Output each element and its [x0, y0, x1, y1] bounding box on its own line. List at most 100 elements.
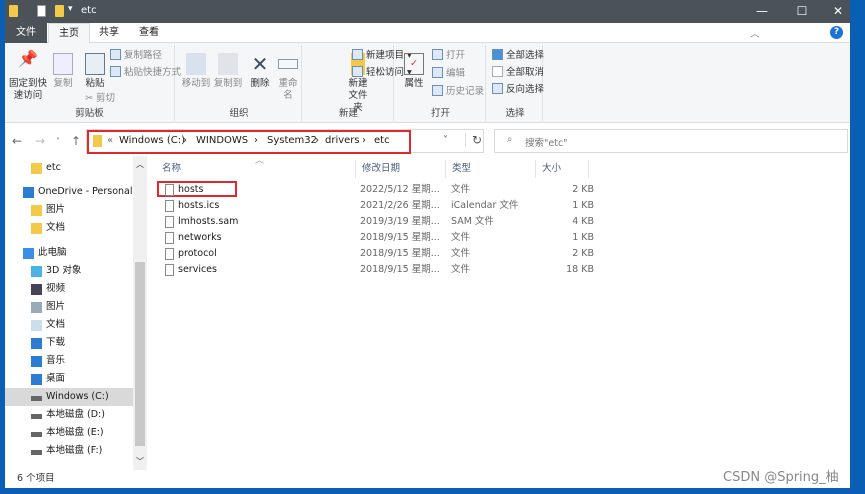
- file-row[interactable]: hosts.ics 2021/2/26 星期... iCalendar 文件 1…: [152, 198, 602, 214]
- window-title: etc: [81, 5, 97, 16]
- tab-share[interactable]: 共享: [89, 23, 129, 43]
- copy-path-button[interactable]: 复制路径: [110, 49, 162, 63]
- customize-toolbar-icon[interactable]: ▾: [68, 4, 73, 14]
- breadcrumb-separator[interactable]: ›: [183, 135, 187, 146]
- history-button[interactable]: 历史记录: [432, 85, 484, 99]
- file-size: 18 KB: [566, 264, 594, 275]
- address-bar[interactable]: « Windows (C:) › WINDOWS › System32 › dr…: [86, 129, 484, 154]
- breadcrumb-system32[interactable]: System32: [267, 135, 317, 146]
- breadcrumb-separator[interactable]: ›: [362, 135, 366, 146]
- overflow-chevron[interactable]: «: [107, 135, 113, 146]
- folder-icon: [31, 223, 42, 234]
- copy-button[interactable]: 复制: [51, 53, 75, 90]
- column-header-type[interactable]: 类型: [446, 160, 536, 178]
- column-header-size[interactable]: 大小: [536, 160, 589, 178]
- nav-item[interactable]: 视频: [5, 280, 133, 298]
- tab-file[interactable]: 文件: [5, 23, 47, 43]
- nav-item[interactable]: 下载: [5, 334, 133, 352]
- breadcrumb-drivers[interactable]: drivers: [325, 135, 360, 146]
- nav-item-label: 下载: [46, 337, 66, 348]
- address-dropdown-icon[interactable]: ˅: [443, 135, 448, 146]
- recent-locations-button[interactable]: ˅: [56, 137, 60, 146]
- scrollbar-thumb[interactable]: [135, 262, 145, 446]
- paste-shortcut-button[interactable]: 粘贴快捷方式: [110, 66, 181, 80]
- nav-item[interactable]: 本地磁盘 (D:): [5, 406, 133, 424]
- paste-button[interactable]: 粘贴: [83, 53, 107, 90]
- breadcrumb-etc[interactable]: etc: [374, 135, 390, 146]
- calendar-file-icon: [165, 200, 174, 212]
- minimize-button[interactable]: —: [742, 0, 782, 23]
- nav-item[interactable]: 本地磁盘 (F:): [5, 442, 133, 460]
- close-button[interactable]: ✕: [818, 0, 850, 23]
- file-size: 2 KB: [572, 184, 594, 195]
- nav-item[interactable]: 图片: [5, 201, 133, 219]
- maximize-button[interactable]: ☐: [782, 0, 822, 23]
- collapse-ribbon-icon[interactable]: ︿: [750, 26, 760, 40]
- rename-icon: [278, 59, 298, 69]
- edit-button[interactable]: 编辑: [432, 67, 465, 81]
- nav-scrollbar[interactable]: ︿ ﹀: [133, 156, 147, 470]
- help-icon[interactable]: ?: [830, 26, 843, 39]
- delete-button[interactable]: ✕ 删除: [248, 53, 272, 90]
- nav-item[interactable]: 图片: [5, 298, 133, 316]
- file-row[interactable]: networks 2018/9/15 星期... 文件 1 KB: [152, 230, 602, 246]
- address-row: ← → ˅ ↑ « Windows (C:) › WINDOWS › Syste…: [5, 126, 850, 156]
- breadcrumb-separator[interactable]: ›: [315, 135, 319, 146]
- file-row[interactable]: lmhosts.sam 2019/3/19 星期... SAM 文件 4 KB: [152, 214, 602, 230]
- nav-item[interactable]: OneDrive - Personal: [5, 183, 133, 201]
- organize-group: 移动到 复制到 ✕ 删除 重命名 组织: [177, 45, 302, 121]
- forward-button[interactable]: →: [35, 134, 45, 148]
- tab-view[interactable]: 查看: [129, 23, 169, 43]
- nav-item[interactable]: 桌面: [5, 370, 133, 388]
- move-to-button[interactable]: 移动到: [181, 53, 211, 90]
- back-button[interactable]: ←: [12, 134, 22, 148]
- file-size: 1 KB: [572, 200, 594, 211]
- nav-item-label: 音乐: [46, 355, 66, 366]
- video-icon: [31, 284, 42, 295]
- file-icon: [165, 248, 174, 260]
- paste-icon: [85, 53, 105, 75]
- column-header-name[interactable]: 名称: [156, 160, 356, 178]
- properties-icon: ✓: [404, 53, 424, 75]
- cut-button[interactable]: ✂ 剪切: [85, 92, 115, 106]
- nav-item[interactable]: 音乐: [5, 352, 133, 370]
- file-row[interactable]: protocol 2018/9/15 星期... 文件 2 KB: [152, 246, 602, 262]
- invert-selection-button[interactable]: 反向选择: [492, 83, 544, 97]
- nav-item[interactable]: 文档: [5, 316, 133, 334]
- refresh-icon[interactable]: ↻: [465, 133, 482, 147]
- search-input[interactable]: ⌕ 搜索"etc": [494, 129, 848, 153]
- breadcrumb-windows-c[interactable]: Windows (C:): [119, 135, 185, 146]
- file-row[interactable]: services 2018/9/15 星期... 文件 18 KB: [152, 262, 602, 278]
- scroll-up-icon[interactable]: ︿: [136, 159, 144, 170]
- nav-item[interactable]: etc: [5, 159, 133, 177]
- select-none-button[interactable]: 全部取消: [492, 66, 544, 80]
- open-button[interactable]: 打开: [432, 49, 465, 63]
- nav-item[interactable]: 3D 对象: [5, 262, 133, 280]
- nav-item[interactable]: 文档: [5, 219, 133, 237]
- properties-icon[interactable]: [37, 5, 46, 17]
- rename-button[interactable]: 重命名: [274, 53, 302, 102]
- history-icon: [432, 85, 443, 96]
- file-list: ︿ 名称 修改日期 类型 大小 hosts 2022/5/12 星期... 文件…: [152, 156, 850, 470]
- new-group: 新建文件夹 新建项目 ▾ 轻松访问 ▾ 新建: [304, 45, 412, 121]
- file-date: 2022/5/12 星期...: [360, 184, 440, 195]
- properties-button[interactable]: ✓ 属性: [402, 53, 426, 90]
- open-group-label: 打开: [430, 108, 450, 119]
- delete-icon: ✕: [251, 52, 269, 76]
- select-all-button[interactable]: 全部选择: [492, 49, 544, 63]
- file-name: hosts: [178, 184, 204, 195]
- new-group-label: 新建: [338, 108, 358, 119]
- breadcrumb-separator[interactable]: ›: [254, 135, 258, 146]
- file-row[interactable]: hosts 2022/5/12 星期... 文件 2 KB: [152, 182, 602, 198]
- nav-item[interactable]: Windows (C:): [5, 388, 133, 406]
- nav-item[interactable]: 此电脑: [5, 244, 133, 262]
- breadcrumb-windows[interactable]: WINDOWS: [196, 135, 248, 146]
- pin-quick-access-button[interactable]: 📌 固定到快速访问: [9, 51, 47, 102]
- up-button[interactable]: ↑: [71, 134, 81, 148]
- new-folder-icon[interactable]: [55, 5, 64, 17]
- nav-item[interactable]: 本地磁盘 (E:): [5, 424, 133, 442]
- scroll-down-icon[interactable]: ﹀: [136, 456, 144, 467]
- column-header-date[interactable]: 修改日期: [356, 160, 446, 178]
- tab-home[interactable]: 主页: [48, 23, 90, 44]
- copy-to-button[interactable]: 复制到: [213, 53, 243, 90]
